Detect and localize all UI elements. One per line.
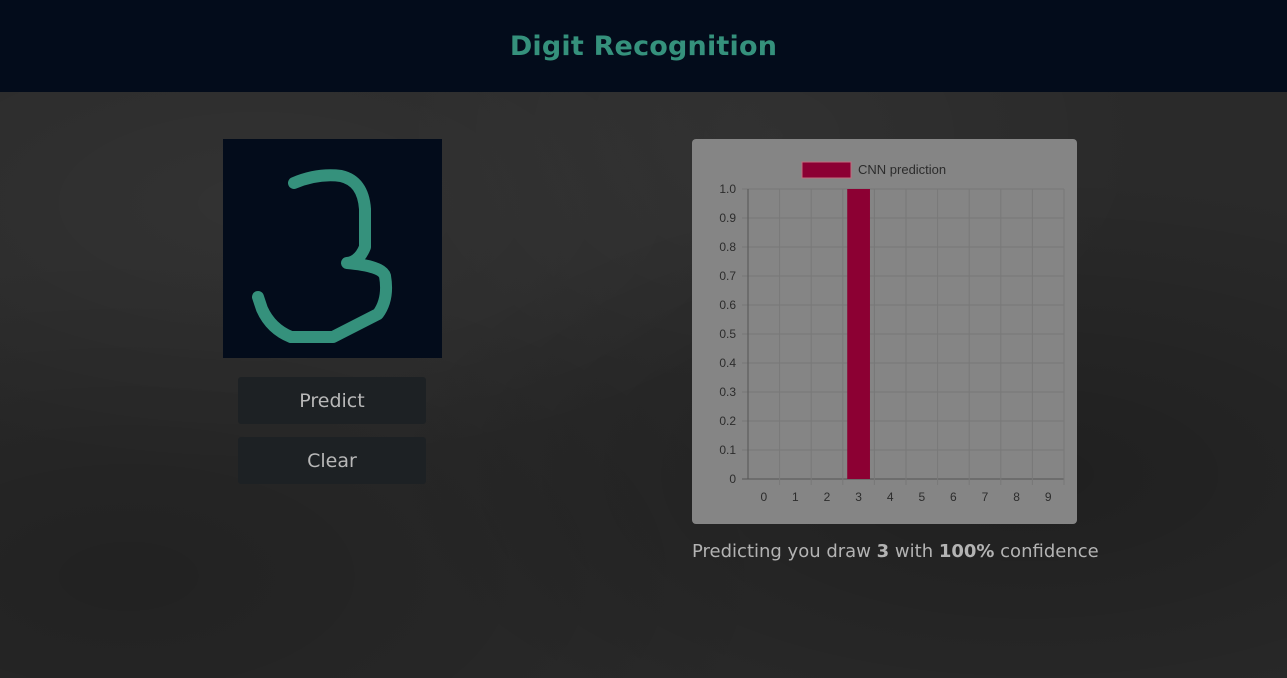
result-prefix: Predicting you draw [692,541,877,562]
x-tick-label: 4 [887,490,894,504]
x-tick-label: 2 [824,490,831,504]
drawing-canvas[interactable] [223,139,442,358]
prediction-result: Predicting you draw 3 with 100% confiden… [692,541,1099,562]
y-tick-label: 0.6 [719,298,736,312]
result-suffix: confidence [994,541,1099,562]
x-tick-label: 1 [792,490,799,504]
y-tick-label: 0.8 [719,240,736,254]
x-tick-label: 3 [855,490,862,504]
x-tick-label: 9 [1045,490,1052,504]
legend-swatch [801,161,852,179]
x-tick-label: 8 [1013,490,1020,504]
legend-label: CNN prediction [858,162,946,177]
x-tick-label: 0 [760,490,767,504]
clear-button[interactable]: Clear [238,437,426,484]
drawn-digit-stroke [252,169,393,343]
predicted-digit: 3 [876,541,890,562]
y-tick-label: 0.2 [719,414,736,428]
y-tick-label: 0.1 [719,443,736,457]
prediction-chart: 0 0.1 0.2 0.3 0.4 0.5 0.6 0.7 0.8 0.9 1.0 0 1 2 3 4 5 6 7 8… [692,139,1077,524]
bar-3 [847,189,870,479]
y-tick-label: 0.7 [719,269,736,283]
x-tick-label: 6 [950,490,957,504]
result-middle: with [889,541,939,562]
y-tick-label: 0.5 [719,327,736,341]
x-tick-label: 5 [918,490,925,504]
x-tick-label: 7 [982,490,989,504]
y-tick-label: 0.9 [719,211,736,225]
y-tick-label: 0.3 [719,385,736,399]
app-header: Digit Recognition [0,0,1287,92]
y-tick-label: 1.0 [719,182,736,196]
confidence-value: 100% [938,541,995,562]
y-tick-label: 0 [729,472,736,486]
y-tick-label: 0.4 [719,356,736,370]
predict-button[interactable]: Predict [238,377,426,424]
prediction-chart-svg: 0 0.1 0.2 0.3 0.4 0.5 0.6 0.7 0.8 0.9 1.0 0 1 2 3 4 5 6 7 8… [719,161,1065,504]
page-title: Digit Recognition [509,30,778,62]
